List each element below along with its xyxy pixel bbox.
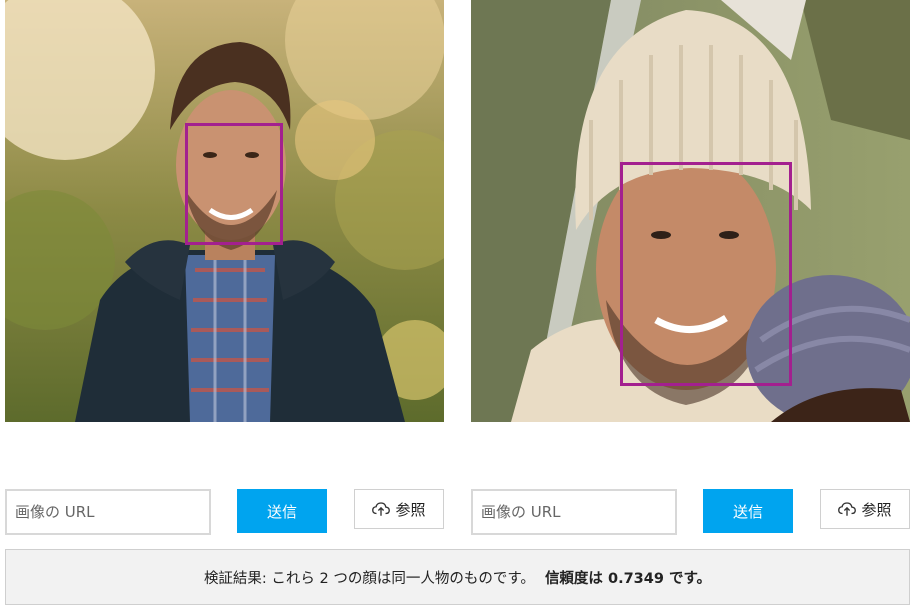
face-detection-box xyxy=(185,123,283,245)
result-message: 検証結果: これら 2 つの顔は同一人物のものです。 xyxy=(203,570,535,587)
cloud-upload-icon xyxy=(838,502,857,516)
left-send-button[interactable]: 送信 xyxy=(237,489,327,533)
result-confidence: 信頼度は 0.7349 です。 xyxy=(544,570,712,587)
right-browse-label: 参照 xyxy=(861,500,892,519)
face-detection-box xyxy=(620,162,792,386)
left-face-image xyxy=(5,0,444,422)
right-image-url-input[interactable] xyxy=(471,489,677,535)
right-send-button[interactable]: 送信 xyxy=(703,489,793,533)
cloud-upload-icon xyxy=(372,502,391,516)
left-browse-label: 参照 xyxy=(395,500,426,519)
right-browse-button[interactable]: 参照 xyxy=(820,489,910,529)
left-image-url-input[interactable] xyxy=(5,489,211,535)
left-browse-button[interactable]: 参照 xyxy=(354,489,444,529)
verification-result: 検証結果: これら 2 つの顔は同一人物のものです。 信頼度は 0.7349 で… xyxy=(5,549,910,605)
right-face-image xyxy=(471,0,910,422)
